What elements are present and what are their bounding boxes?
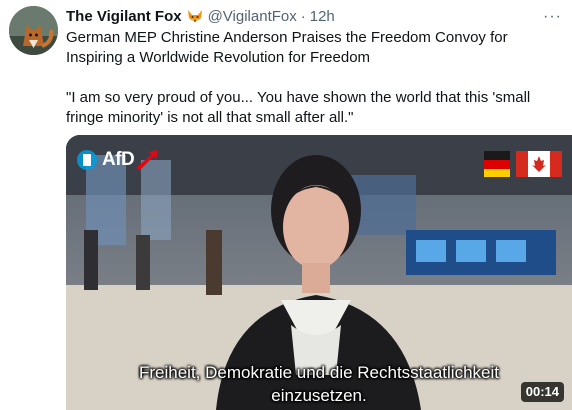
author-name[interactable]: The Vigilant Fox [66, 8, 182, 25]
avatar[interactable] [9, 6, 58, 55]
tweet-timestamp[interactable]: 12h [310, 8, 335, 25]
fox-emoji-icon [186, 7, 204, 25]
afd-logo: AfD [76, 147, 160, 173]
canada-flag-icon [516, 151, 562, 177]
afd-logo-text: AfD [102, 149, 135, 170]
author-handle[interactable]: @VigilantFox [208, 8, 297, 25]
video-duration-badge: 00:14 [520, 382, 564, 402]
fox-avatar-icon [9, 6, 58, 55]
parliament-logo-icon [77, 150, 97, 170]
tweet-text: German MEP Christine Anderson Praises th… [66, 28, 566, 128]
tweet[interactable]: The Vigilant Fox @VigilantFox · 12h ··· … [0, 0, 572, 410]
separator-dot: · [300, 7, 306, 25]
tweet-text-quote: "I am so very proud of you... You have s… [66, 89, 531, 126]
video-subtitle-line2: einzusetzen. [271, 386, 367, 405]
germany-flag-icon [484, 151, 510, 177]
tweet-header: The Vigilant Fox @VigilantFox · 12h [66, 6, 335, 26]
more-options-icon[interactable]: ··· [543, 8, 562, 26]
video-player[interactable]: AfD Freiheit, Demokratie und die Rechtss… [66, 135, 572, 410]
video-subtitle-line1: Freiheit, Demokratie und die Rechtsstaat… [139, 363, 499, 382]
afd-arrow-icon [136, 150, 159, 170]
tweet-text-headline: German MEP Christine Anderson Praises th… [66, 29, 508, 66]
flags [484, 147, 562, 181]
